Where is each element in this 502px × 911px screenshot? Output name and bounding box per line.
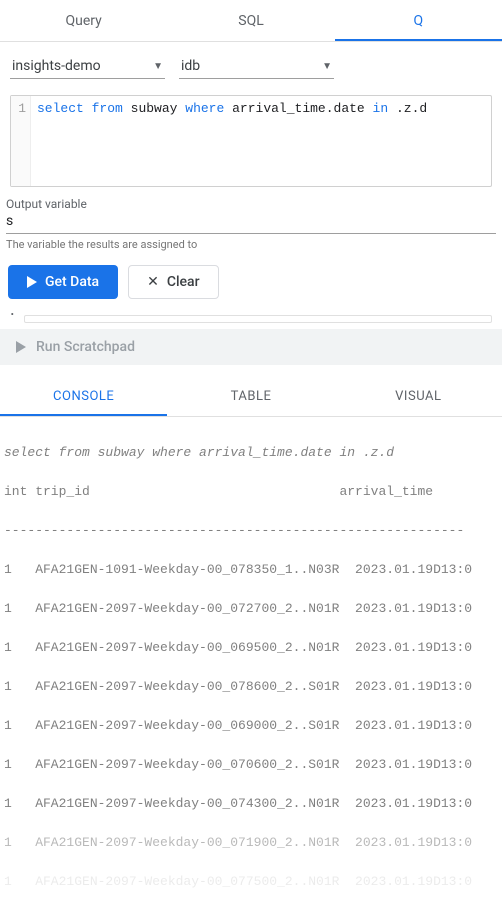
thin-divider-box <box>24 315 492 323</box>
results-tabs: CONSOLE TABLE VISUAL <box>0 379 502 417</box>
top-tabs: Query SQL Q <box>0 0 502 42</box>
play-icon <box>27 276 37 288</box>
console-divider: ----------------------------------------… <box>4 521 498 541</box>
clear-label: Clear <box>167 274 200 290</box>
console-row: 1 AFA21GEN-2097-Weekday-00_069500_2..N01… <box>4 638 498 658</box>
console-row: 1 AFA21GEN-2097-Weekday-00_074300_2..N01… <box>4 794 498 814</box>
output-variable-input[interactable]: s <box>6 211 496 234</box>
code-editor[interactable]: 1 select from subway where arrival_time.… <box>10 95 492 187</box>
action-buttons: Get Data Clear <box>0 261 502 307</box>
tab-sql[interactable]: SQL <box>167 0 334 41</box>
console-row: 1 AFA21GEN-2097-Weekday-00_077500_2..N01… <box>4 872 498 892</box>
play-icon <box>16 341 26 353</box>
console-row: 1 AFA21GEN-2097-Weekday-00_069000_2..S01… <box>4 716 498 736</box>
run-scratchpad-label: Run Scratchpad <box>36 339 135 355</box>
database-select-value: idb <box>181 58 200 74</box>
editor-gutter: 1 <box>11 96 31 186</box>
editor-content[interactable]: select from subway where arrival_time.da… <box>31 96 491 186</box>
tab-visual[interactable]: VISUAL <box>335 379 502 416</box>
run-scratchpad-button: Run Scratchpad <box>0 329 502 365</box>
chevron-down-icon: ▼ <box>322 61 332 72</box>
output-variable-label: Output variable <box>0 197 502 211</box>
close-icon <box>147 274 159 290</box>
console-row: 1 AFA21GEN-2097-Weekday-00_072700_2..N01… <box>4 599 498 619</box>
tab-table[interactable]: TABLE <box>167 379 334 416</box>
console-row: 1 AFA21GEN-2097-Weekday-00_078600_2..S01… <box>4 677 498 697</box>
console-output: select from subway where arrival_time.da… <box>0 417 502 911</box>
clear-button[interactable]: Clear <box>128 265 218 299</box>
tab-query[interactable]: Query <box>0 0 167 41</box>
get-data-label: Get Data <box>45 274 99 290</box>
tab-console[interactable]: CONSOLE <box>0 379 167 416</box>
get-data-button[interactable]: Get Data <box>8 265 118 299</box>
source-select-value: insights-demo <box>12 58 101 74</box>
tab-q[interactable]: Q <box>335 0 502 41</box>
datasource-row: insights-demo ▼ idb ▼ <box>0 42 502 85</box>
chevron-down-icon: ▼ <box>153 61 163 72</box>
console-row: 1 AFA21GEN-1091-Weekday-00_078350_1..N03… <box>4 560 498 580</box>
database-select[interactable]: idb ▼ <box>179 54 334 79</box>
source-select[interactable]: insights-demo ▼ <box>10 54 165 79</box>
output-variable-help: The variable the results are assigned to <box>0 234 502 261</box>
console-row: 1 AFA21GEN-2097-Weekday-00_070600_2..S01… <box>4 755 498 775</box>
console-header: int trip_id arrival_time <box>4 482 498 502</box>
console-row: 1 AFA21GEN-2097-Weekday-00_071900_2..N01… <box>4 833 498 853</box>
console-query-echo: select from subway where arrival_time.da… <box>4 443 498 463</box>
spacer-dot: . <box>0 307 502 313</box>
